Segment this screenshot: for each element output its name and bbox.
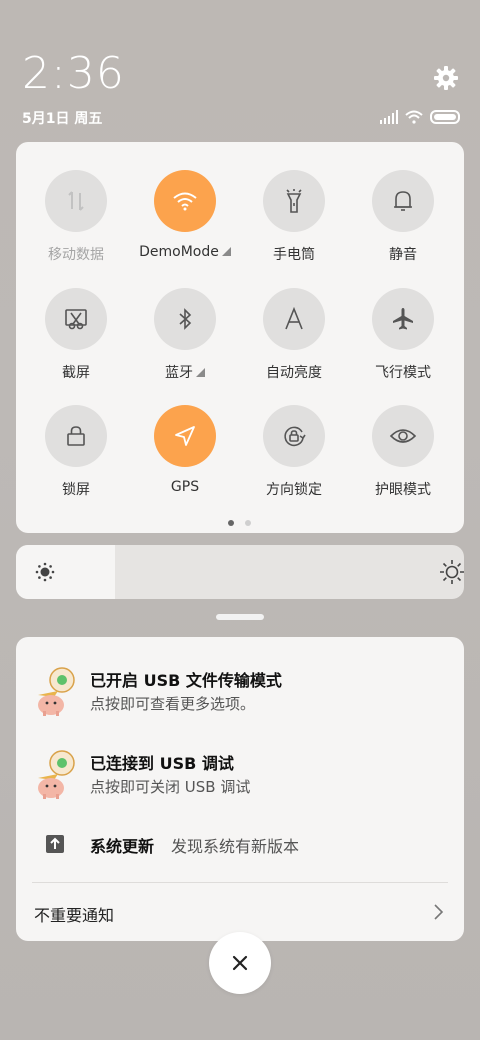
toggle-eye-care[interactable]: 护眼模式 [348,405,458,515]
toggle-label: 方向锁定 [266,482,322,498]
toggle-label: GPS [170,479,200,495]
close-icon [232,955,248,971]
notification-title: 已开启 USB 文件传输模式 [90,671,282,690]
toggle-auto-brightness[interactable]: 自动亮度 [239,288,349,398]
brightness-high-icon [440,560,464,584]
clock: 2:36 [22,48,125,99]
page-indicator [212,520,252,528]
page-dot-active[interactable] [228,520,234,526]
toggle-wifi[interactable]: DemoMode [130,170,240,280]
system-update-title[interactable]: 系统更新 [90,833,154,857]
date: 5月1日 周五 [22,111,103,127]
expand-icon [221,247,231,256]
toggle-silent[interactable]: 静音 [348,170,458,280]
eye-icon [372,405,434,467]
chevron-right-icon[interactable] [430,901,446,923]
airplane-icon [372,288,434,350]
notification-subtitle: 点按即可查看更多选项。 [90,695,256,713]
drag-handle[interactable] [216,614,264,620]
toggle-label: 蓝牙 [165,365,193,381]
system-update-icon [46,835,64,853]
screenshot-icon [45,288,107,350]
expand-icon [196,368,205,377]
brightness-low-icon [35,562,55,582]
clear-all-button[interactable] [209,932,271,994]
status-icons [380,110,460,124]
wifi-icon [154,170,216,232]
quick-settings-panel: 移动数据 DemoMode 手电筒 静音 截屏 蓝牙 自动亮度 飞行模式 锁屏 … [16,142,464,533]
toggle-rotation-lock[interactable]: 方向锁定 [239,405,349,515]
toggle-airplane[interactable]: 飞行模式 [348,288,458,398]
rotation-lock-icon [263,405,325,467]
toggle-label: 护眼模式 [375,482,431,498]
mobile-data-icon [45,170,107,232]
usb-app-avatar-icon [38,667,75,716]
notification-panel: 已开启 USB 文件传输模式 点按即可查看更多选项。 已连接到 USB 调试 点… [16,637,464,941]
toggle-lock-screen[interactable]: 锁屏 [21,405,131,515]
toggle-label: 锁屏 [62,482,90,498]
bell-icon [372,170,434,232]
toggle-label: 静音 [389,247,417,263]
brightness-slider[interactable] [16,545,464,599]
bluetooth-icon [154,288,216,350]
gear-icon[interactable] [432,64,460,92]
toggle-screenshot[interactable]: 截屏 [21,288,131,398]
toggle-label: DemoMode [139,244,219,260]
divider [32,882,448,883]
signal-icon [380,110,398,124]
brightness-fill [16,545,115,599]
location-icon [154,405,216,467]
toggle-label: 手电筒 [273,247,315,263]
notification-subtitle: 点按即可关闭 USB 调试 [90,778,251,796]
toggle-label: 自动亮度 [266,365,322,381]
toggle-mobile-data[interactable]: 移动数据 [21,170,131,280]
toggle-gps[interactable]: GPS [130,405,240,515]
battery-icon [430,110,460,124]
flashlight-icon [263,170,325,232]
lock-icon [45,405,107,467]
notification-title: 已连接到 USB 调试 [90,754,234,773]
wifi-status-icon [405,110,423,124]
toggle-bluetooth[interactable]: 蓝牙 [130,288,240,398]
system-update-subtitle: 发现系统有新版本 [171,837,300,856]
auto-brightness-icon [263,288,325,350]
toggle-flashlight[interactable]: 手电筒 [239,170,349,280]
page-dot[interactable] [245,520,251,526]
toggle-label: 飞行模式 [375,365,431,381]
toggle-label: 移动数据 [48,247,104,263]
unimportant-notifications-label[interactable]: 不重要通知 [34,902,114,926]
usb-app-avatar-icon [38,750,75,799]
toggle-label: 截屏 [62,365,90,381]
